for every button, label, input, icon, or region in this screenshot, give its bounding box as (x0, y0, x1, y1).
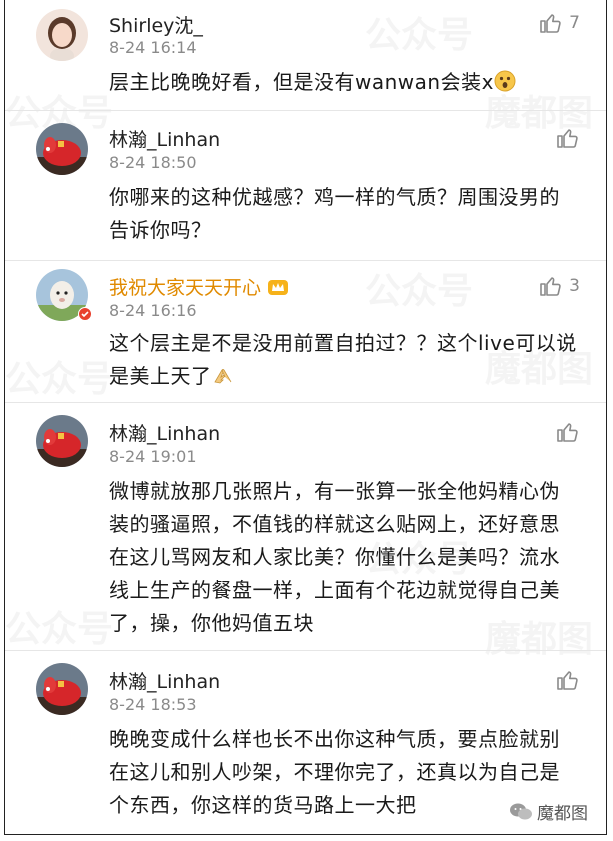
comment-text: 层主比晚晚好看，但是没有wanwan会装x (109, 66, 579, 99)
timestamp: 8-24 19:01 (109, 447, 197, 466)
comment-text: 你哪来的这种优越感？鸡一样的气质？周围没男的告诉你吗？ (109, 185, 560, 242)
red-pig-avatar-icon (36, 415, 88, 467)
like-button[interactable]: 7 (539, 10, 580, 36)
username[interactable]: 林瀚_Linhan (109, 667, 220, 694)
comment-list: 公众号 魔都图 公众号 公众号 魔都图 公众号 公众号 公众号 魔都图 Shir… (4, 0, 607, 835)
timestamp: 8-24 16:16 (109, 301, 197, 320)
comment-text: 这个层主是不是没用前置自拍过？？这个live可以说是美上天了 (109, 331, 577, 388)
avatar[interactable] (36, 123, 88, 175)
pray-hands-emoji-icon (213, 369, 231, 384)
username[interactable]: 我祝大家天天开心 (109, 273, 289, 300)
like-count: 7 (569, 13, 580, 33)
comment-text: 微博就放那几张照片，有一张算一张全他妈精心伪装的骚逼照，不值钱的样就这么贴网上，… (109, 479, 560, 635)
like-button[interactable] (556, 419, 580, 445)
comment-item: Shirley沈_ 8-24 16:14 7 层主比晚晚好看，但是没有wanwa… (5, 0, 606, 110)
like-button[interactable] (556, 667, 580, 693)
woman-avatar-icon (36, 9, 88, 61)
thumbs-up-icon (557, 671, 578, 690)
red-pig-avatar-icon (36, 663, 88, 715)
comment-item: 林瀚_Linhan 8-24 18:50 你哪来的这种优越感？鸡一样的气质？周围… (5, 110, 606, 261)
timestamp: 8-24 18:53 (109, 695, 197, 714)
verified-badge-icon (78, 307, 92, 321)
like-button[interactable]: 3 (539, 273, 580, 299)
wechat-logo: 魔都图 (505, 797, 592, 826)
vip-crown-icon (268, 280, 289, 295)
avatar[interactable] (36, 9, 88, 61)
surprised-emoji-icon (494, 70, 516, 92)
avatar[interactable] (36, 415, 88, 467)
thumbs-up-icon (557, 129, 578, 148)
timestamp: 8-24 16:14 (109, 38, 197, 57)
username[interactable]: 林瀚_Linhan (109, 419, 220, 446)
username[interactable]: 林瀚_Linhan (109, 125, 220, 152)
wechat-icon (510, 803, 532, 819)
thumbs-up-icon (557, 423, 578, 442)
like-button[interactable] (556, 125, 580, 151)
comment-item: 林瀚_Linhan 8-24 19:01 微博就放那几张照片，有一张算一张全他妈… (5, 402, 606, 651)
like-count: 3 (569, 276, 580, 296)
comment-item: 我祝大家天天开心 8-24 16:16 3 这个层主是不是没用前置自拍过？？这个… (5, 260, 606, 403)
timestamp: 8-24 18:50 (109, 153, 197, 172)
thumbs-up-icon (540, 277, 561, 296)
thumbs-up-icon (540, 14, 561, 33)
red-pig-avatar-icon (36, 123, 88, 175)
avatar[interactable] (36, 663, 88, 715)
username[interactable]: Shirley沈_ (109, 11, 203, 38)
